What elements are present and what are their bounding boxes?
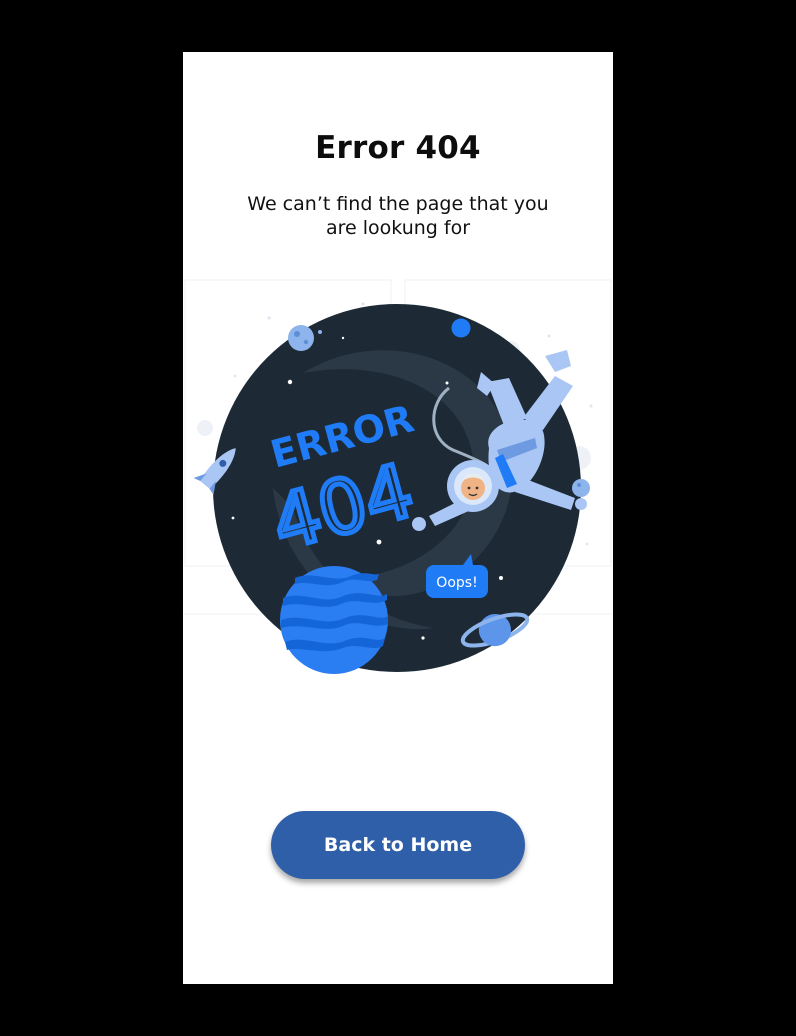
page-subtitle: We can’t find the page that you are look… (247, 193, 549, 239)
back-to-home-button[interactable]: Back to Home (271, 811, 525, 879)
page-title: Error 404 (315, 130, 481, 166)
error-illustration: ERROR 404 Oops! (183, 279, 613, 674)
speech-bubble-text: Oops! (436, 575, 477, 591)
blue-planet-icon (280, 566, 388, 674)
error-screen: Error 404 We can’t find the page that yo… (183, 52, 613, 984)
